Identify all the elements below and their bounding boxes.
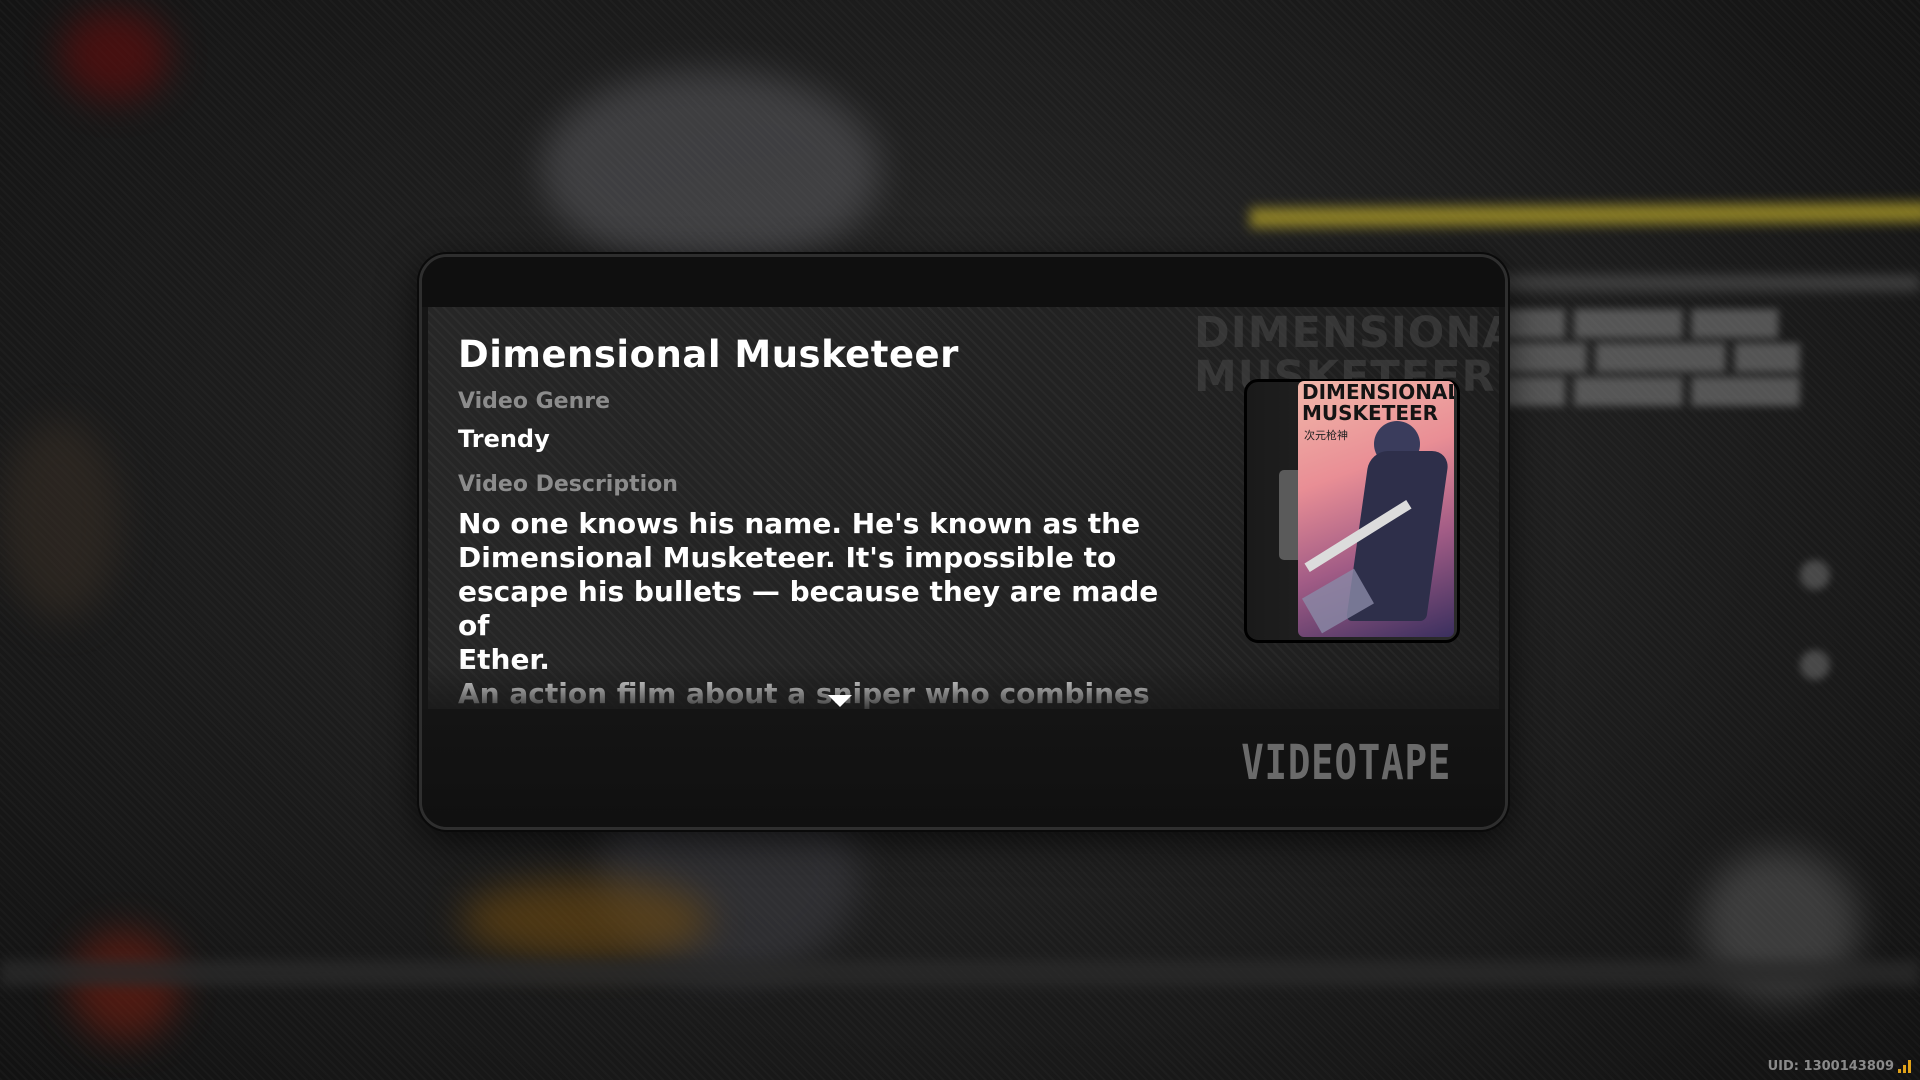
item-title: Dimensional Musketeer [458, 333, 959, 376]
item-detail-content[interactable]: DIMENSIONAL MUSKETEER Dimensional Musket… [428, 307, 1499, 709]
scroll-fade [428, 665, 1499, 709]
blurred-icon [1800, 650, 1830, 680]
signal-bars-icon [1898, 1059, 1912, 1073]
item-category-label: VIDEOTAPE [1241, 735, 1451, 791]
item-detail-modal: DIMENSIONAL MUSKETEER Dimensional Musket… [419, 254, 1508, 830]
blurred-icon [1800, 560, 1830, 590]
description-label: Video Description [458, 472, 678, 497]
scroll-down-arrow-icon[interactable] [828, 695, 852, 707]
blurred-hud-element [60, 10, 170, 100]
videotape-cover-art: DIMENSIONAL MUSKETEER 次元枪神 [1298, 381, 1454, 637]
modal-footer: VIDEOTAPE [422, 709, 1505, 827]
blurred-background-text: ▇▇▇ ▇▇▇▇▇ ▇▇▇▇ ▇▇▇▇ ▇▇▇▇▇▇ ▇▇▇ ▇▇▇ ▇▇▇▇▇ ▇… [1500, 305, 1800, 406]
blurred-bottom-bar [0, 960, 1920, 986]
cover-title: DIMENSIONAL MUSKETEER [1302, 381, 1454, 425]
genre-value: Trendy [458, 425, 550, 453]
blurred-orange-hud [460, 880, 710, 960]
blurred-left-panel [0, 420, 120, 620]
uid-label: UID: 1300143809 [1767, 1059, 1894, 1074]
blurred-character-head [540, 70, 880, 270]
modal-header-bar [422, 257, 1505, 307]
genre-label: Video Genre [458, 389, 611, 414]
cover-subtitle: 次元枪神 [1304, 429, 1348, 442]
blurred-yellow-stripe [1249, 202, 1920, 228]
